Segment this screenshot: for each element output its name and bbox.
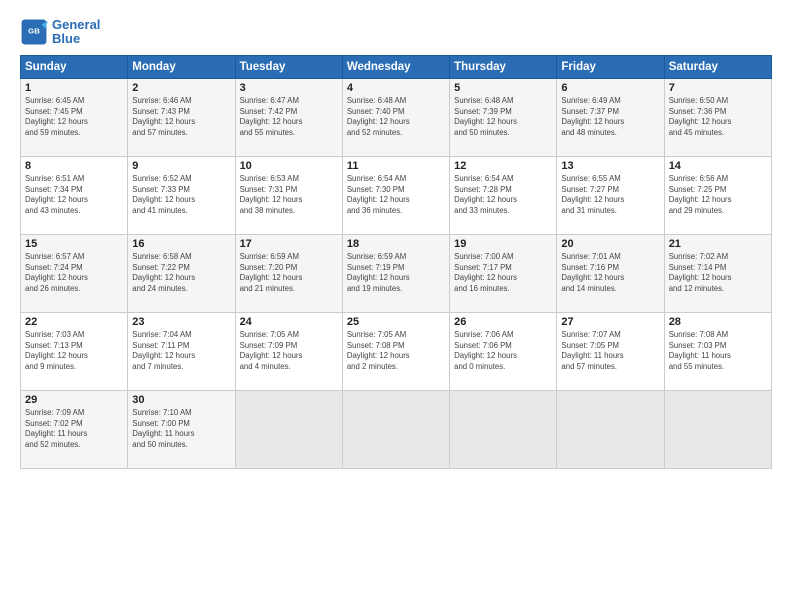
week-row-5: 29Sunrise: 7:09 AM Sunset: 7:02 PM Dayli… (21, 390, 772, 468)
day-cell-13: 13Sunrise: 6:55 AM Sunset: 7:27 PM Dayli… (557, 156, 664, 234)
day-cell-9: 9Sunrise: 6:52 AM Sunset: 7:33 PM Daylig… (128, 156, 235, 234)
day-cell-empty-4-6 (664, 390, 771, 468)
day-header-thursday: Thursday (450, 55, 557, 78)
day-header-saturday: Saturday (664, 55, 771, 78)
day-cell-empty-4-3 (342, 390, 449, 468)
calendar-body: 1Sunrise: 6:45 AM Sunset: 7:45 PM Daylig… (21, 78, 772, 468)
day-cell-27: 27Sunrise: 7:07 AM Sunset: 7:05 PM Dayli… (557, 312, 664, 390)
day-cell-6: 6Sunrise: 6:49 AM Sunset: 7:37 PM Daylig… (557, 78, 664, 156)
day-cell-5: 5Sunrise: 6:48 AM Sunset: 7:39 PM Daylig… (450, 78, 557, 156)
day-cell-11: 11Sunrise: 6:54 AM Sunset: 7:30 PM Dayli… (342, 156, 449, 234)
day-cell-8: 8Sunrise: 6:51 AM Sunset: 7:34 PM Daylig… (21, 156, 128, 234)
day-cell-2: 2Sunrise: 6:46 AM Sunset: 7:43 PM Daylig… (128, 78, 235, 156)
day-cell-10: 10Sunrise: 6:53 AM Sunset: 7:31 PM Dayli… (235, 156, 342, 234)
day-cell-12: 12Sunrise: 6:54 AM Sunset: 7:28 PM Dayli… (450, 156, 557, 234)
day-header-monday: Monday (128, 55, 235, 78)
week-row-4: 22Sunrise: 7:03 AM Sunset: 7:13 PM Dayli… (21, 312, 772, 390)
day-cell-23: 23Sunrise: 7:04 AM Sunset: 7:11 PM Dayli… (128, 312, 235, 390)
week-row-2: 8Sunrise: 6:51 AM Sunset: 7:34 PM Daylig… (21, 156, 772, 234)
day-cell-19: 19Sunrise: 7:00 AM Sunset: 7:17 PM Dayli… (450, 234, 557, 312)
day-cell-15: 15Sunrise: 6:57 AM Sunset: 7:24 PM Dayli… (21, 234, 128, 312)
svg-text:GB: GB (28, 27, 40, 36)
day-header-tuesday: Tuesday (235, 55, 342, 78)
week-row-1: 1Sunrise: 6:45 AM Sunset: 7:45 PM Daylig… (21, 78, 772, 156)
day-cell-empty-4-2 (235, 390, 342, 468)
day-cell-21: 21Sunrise: 7:02 AM Sunset: 7:14 PM Dayli… (664, 234, 771, 312)
day-cell-1: 1Sunrise: 6:45 AM Sunset: 7:45 PM Daylig… (21, 78, 128, 156)
day-cell-30: 30Sunrise: 7:10 AM Sunset: 7:00 PM Dayli… (128, 390, 235, 468)
day-header-wednesday: Wednesday (342, 55, 449, 78)
day-cell-25: 25Sunrise: 7:05 AM Sunset: 7:08 PM Dayli… (342, 312, 449, 390)
day-cell-empty-4-5 (557, 390, 664, 468)
day-cell-7: 7Sunrise: 6:50 AM Sunset: 7:36 PM Daylig… (664, 78, 771, 156)
day-cell-empty-4-4 (450, 390, 557, 468)
day-cell-18: 18Sunrise: 6:59 AM Sunset: 7:19 PM Dayli… (342, 234, 449, 312)
week-row-3: 15Sunrise: 6:57 AM Sunset: 7:24 PM Dayli… (21, 234, 772, 312)
header: GB General Blue (20, 18, 772, 47)
days-header-row: SundayMondayTuesdayWednesdayThursdayFrid… (21, 55, 772, 78)
logo-text: General Blue (52, 18, 100, 47)
day-cell-17: 17Sunrise: 6:59 AM Sunset: 7:20 PM Dayli… (235, 234, 342, 312)
day-cell-26: 26Sunrise: 7:06 AM Sunset: 7:06 PM Dayli… (450, 312, 557, 390)
logo: GB General Blue (20, 18, 100, 47)
calendar-table: SundayMondayTuesdayWednesdayThursdayFrid… (20, 55, 772, 469)
day-header-sunday: Sunday (21, 55, 128, 78)
day-cell-29: 29Sunrise: 7:09 AM Sunset: 7:02 PM Dayli… (21, 390, 128, 468)
day-cell-24: 24Sunrise: 7:05 AM Sunset: 7:09 PM Dayli… (235, 312, 342, 390)
day-header-friday: Friday (557, 55, 664, 78)
day-cell-28: 28Sunrise: 7:08 AM Sunset: 7:03 PM Dayli… (664, 312, 771, 390)
day-cell-22: 22Sunrise: 7:03 AM Sunset: 7:13 PM Dayli… (21, 312, 128, 390)
logo-icon: GB (20, 18, 48, 46)
day-cell-20: 20Sunrise: 7:01 AM Sunset: 7:16 PM Dayli… (557, 234, 664, 312)
day-cell-4: 4Sunrise: 6:48 AM Sunset: 7:40 PM Daylig… (342, 78, 449, 156)
day-cell-14: 14Sunrise: 6:56 AM Sunset: 7:25 PM Dayli… (664, 156, 771, 234)
calendar-page: GB General Blue SundayMondayTuesdayWedne… (0, 0, 792, 612)
day-cell-3: 3Sunrise: 6:47 AM Sunset: 7:42 PM Daylig… (235, 78, 342, 156)
day-cell-16: 16Sunrise: 6:58 AM Sunset: 7:22 PM Dayli… (128, 234, 235, 312)
